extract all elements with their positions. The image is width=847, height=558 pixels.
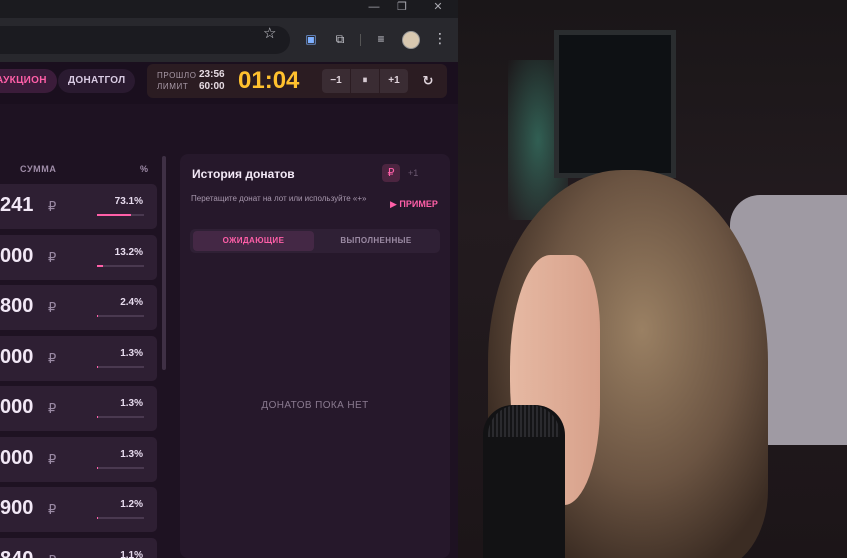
countdown-display: 01:04 xyxy=(238,67,300,94)
lot-amount: 000 xyxy=(0,446,34,469)
currency-sign: ₽ xyxy=(48,249,57,265)
pause-button[interactable]: ⏸ xyxy=(351,69,379,93)
lot-row[interactable]: 000 ₽1.3% xyxy=(0,335,157,381)
webcam-feed xyxy=(458,0,847,558)
plus-minute-button[interactable]: +1 xyxy=(380,69,408,93)
puzzle-icon[interactable]: ⧉ xyxy=(333,32,347,46)
percent-column-header: % xyxy=(140,164,149,174)
lot-percent: 1.1% xyxy=(120,549,143,558)
lot-share-fill xyxy=(97,214,131,216)
tab-donation-goal[interactable]: ДОНАТГОЛ xyxy=(58,69,136,93)
timer-panel: ПРОШЛО ЛИМИТ 23:56 60:00 01:04 −1 ⏸ +1 ↻ xyxy=(147,64,447,98)
history-title: История донатов xyxy=(192,167,295,181)
lot-amount: 900 xyxy=(0,497,34,519)
lot-amount: 000 xyxy=(0,345,34,368)
address-bar[interactable] xyxy=(0,26,290,54)
lot-share-bar xyxy=(97,517,144,519)
lot-list-scrollbar[interactable] xyxy=(162,156,166,370)
lot-share-fill xyxy=(97,264,103,267)
lot-amount: 840 xyxy=(0,548,33,558)
lot-share-fill xyxy=(97,517,98,519)
limit-label: ЛИМИТ xyxy=(157,82,189,91)
lot-share-fill xyxy=(97,365,98,368)
lot-share-bar xyxy=(97,214,144,216)
history-tabs: ОЖИДАЮЩИЕ ВЫПОЛНЕННЫЕ xyxy=(190,229,440,253)
lot-row[interactable]: 800 ₽2.4% xyxy=(0,285,157,330)
lot-share-bar xyxy=(97,416,144,418)
lot-amount: 000 xyxy=(0,244,34,267)
donation-history-panel: История донатов ₽ +1 Перетащите донат на… xyxy=(180,154,450,558)
currency-sign: ₽ xyxy=(48,350,57,366)
media-queue-icon[interactable]: ≡ xyxy=(374,32,388,46)
sum-column-header: СУММА xyxy=(20,164,57,174)
lot-share-bar xyxy=(97,365,144,368)
lot-percent: 13.2% xyxy=(114,246,143,258)
tab-completed[interactable]: ВЫПОЛНЕННЫЕ xyxy=(315,231,437,251)
elapsed-label: ПРОШЛО xyxy=(157,71,197,80)
browser-titlebar: — ❐ ✕ xyxy=(0,0,458,18)
lot-row[interactable]: 900 ₽1.2% xyxy=(0,487,157,532)
menu-kebab-icon[interactable]: ⋮ xyxy=(433,30,447,47)
minus-minute-button[interactable]: −1 xyxy=(322,69,350,93)
lot-percent: 2.4% xyxy=(120,297,143,308)
elapsed-value: 23:56 xyxy=(199,69,225,80)
toolbar-divider xyxy=(360,34,361,46)
limit-value: 60:00 xyxy=(199,81,225,92)
lot-share-bar xyxy=(97,466,144,469)
lot-amount: 000 xyxy=(0,396,34,418)
app-header: АУКЦИОН ДОНАТГОЛ ПРОШЛО ЛИМИТ 23:56 60:0… xyxy=(0,62,458,104)
auction-content: СУММА % 241 ₽73.1% 000 ₽13.2% 800 ₽2.4% 000 ₽1.… xyxy=(0,104,458,558)
currency-filter-button[interactable]: ₽ xyxy=(382,164,400,182)
lot-share-bar xyxy=(97,315,144,317)
empty-state-text: ДОНАТОВ ПОКА НЕТ xyxy=(261,400,369,411)
lot-percent: 1.3% xyxy=(120,448,143,460)
drag-hint-text: Перетащите донат на лот или используйте … xyxy=(191,194,367,203)
lot-amount: 241 xyxy=(0,194,34,216)
profile-avatar[interactable] xyxy=(402,31,420,49)
lot-row[interactable]: 840 ₽1.1% xyxy=(0,537,157,558)
lot-row[interactable]: 000 ₽13.2% xyxy=(0,234,157,280)
close-window-button[interactable]: ✕ xyxy=(424,0,452,14)
lot-row[interactable]: 000 ₽1.3% xyxy=(0,436,157,482)
tab-pending[interactable]: ОЖИДАЮЩИЕ xyxy=(193,231,314,251)
lot-percent: 1.3% xyxy=(120,347,143,359)
lot-amount: 800 xyxy=(0,295,34,317)
currency-sign: ₽ xyxy=(48,199,57,214)
lot-share-bar xyxy=(97,264,144,267)
currency-sign: ₽ xyxy=(48,502,57,517)
browser-toolbar: ☆ ▣ ⧉ ≡ ⋮ xyxy=(0,18,458,62)
example-button[interactable]: ▶ ПРИМЕР xyxy=(390,199,438,210)
browser-window: — ❐ ✕ ☆ ▣ ⧉ ≡ ⋮ АУКЦИОН ДОНАТГОЛ ПРОШЛО … xyxy=(0,0,458,558)
lot-share-fill xyxy=(97,315,98,317)
restore-button[interactable]: ❐ xyxy=(388,0,416,14)
lot-row[interactable]: 241 ₽73.1% xyxy=(0,184,157,229)
add-one-toggle[interactable]: +1 xyxy=(408,164,438,182)
lot-percent: 73.1% xyxy=(114,196,143,207)
currency-sign: ₽ xyxy=(48,451,57,467)
lot-row[interactable]: 000 ₽1.3% xyxy=(0,386,157,431)
lot-percent: 1.3% xyxy=(120,398,143,409)
star-icon[interactable]: ☆ xyxy=(263,24,276,42)
lot-percent: 1.2% xyxy=(120,499,143,510)
lot-share-fill xyxy=(97,416,98,418)
currency-sign: ₽ xyxy=(48,300,57,315)
extension-badge-icon[interactable]: ▣ xyxy=(304,32,318,46)
minimize-button[interactable]: — xyxy=(360,0,388,14)
currency-sign: ₽ xyxy=(48,401,57,416)
currency-sign: ₽ xyxy=(48,553,56,558)
wall-picture xyxy=(554,30,676,178)
lot-share-fill xyxy=(97,466,98,469)
reset-icon[interactable]: ↻ xyxy=(418,69,438,93)
tab-auction[interactable]: АУКЦИОН xyxy=(0,69,57,93)
